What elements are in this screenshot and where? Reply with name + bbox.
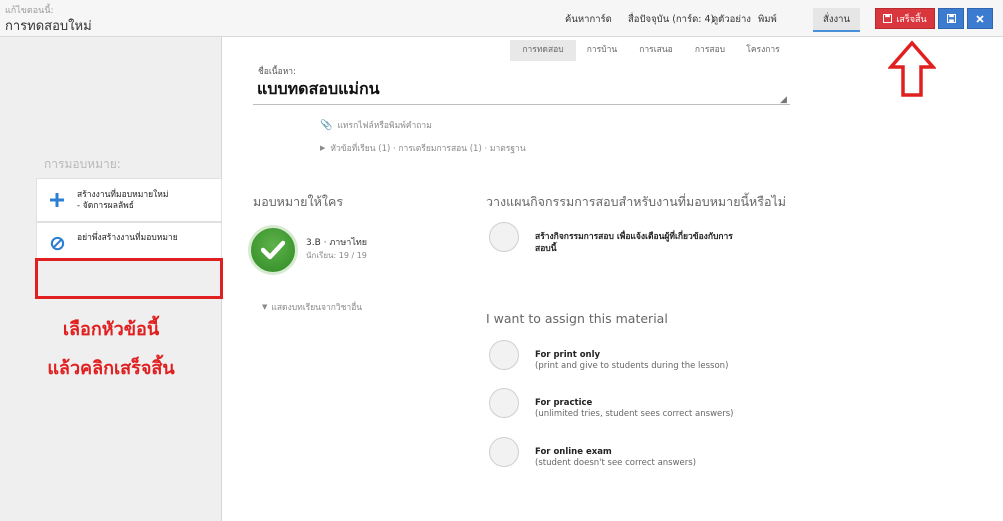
topic-label: หัวข้อที่เรียน (1) · การเตรียมการสอน (1)… [330,144,526,154]
subtab-exam[interactable]: การสอบ [688,40,732,61]
show-other-subjects-link[interactable]: ▼ แสดงบทเรียนจากวิชาอื่น [262,300,362,314]
create-exam-event-radio[interactable] [489,222,519,252]
annotation-instruction-2: แล้วคลิกเสร็จสิ้น [47,358,175,379]
nav-print[interactable]: พิมพ์ [758,8,777,32]
subtab-homework[interactable]: การบ้าน [580,40,624,61]
online-exam-radio[interactable] [489,437,519,467]
resize-handle-icon[interactable]: ◢ [780,96,789,105]
create-assignment-option[interactable]: สร้างงานที่มอบหมายใหม่ - จัดการผลลัพธ์ [36,178,222,222]
subtab-test[interactable]: การทดสอบ [510,40,576,61]
close-button[interactable] [967,8,993,29]
plus-icon [50,193,64,207]
topic-expander[interactable]: ▶ หัวข้อที่เรียน (1) · การเตรียมการสอน (… [320,141,526,155]
prohibited-icon [50,236,65,251]
save-icon [883,14,893,23]
assign-to-heading: มอบหมายให้ใคร [253,194,344,209]
practice-label: For practice [535,398,593,408]
online-exam-description: (student doesn't see correct answers) [535,458,697,468]
dont-create-assignment-option[interactable]: อย่าพึ่งสร้างงานที่มอบหมาย [36,222,222,260]
finish-label: เสร็จสิ้น [896,14,927,25]
print-only-description: (print and give to students during the l… [535,361,729,371]
practice-radio[interactable] [489,388,519,418]
plan-exam-heading: วางแผนกิจกรรมการสอบสำหรับงานที่มอบหมายนี… [486,194,787,209]
assign-material-heading: I want to assign this material [486,311,668,326]
class-name: 3.B · ภาษาไทย [306,238,368,248]
nav-search-cards[interactable]: ค้นหาการ์ด [565,8,612,32]
nav-preview[interactable]: ดูตัวอย่าง [712,8,751,32]
dont-create-assignment-label: อย่าพึ่งสร้างงานที่มอบหมาย [77,233,178,243]
finish-button[interactable]: เสร็จสิ้น [875,8,935,29]
create-assignment-label-2: - จัดการผลลัพธ์ [77,201,134,211]
practice-description: (unlimited tries, student sees correct a… [535,409,734,419]
nav-current-material[interactable]: สื่อปัจจุบัน (การ์ด: 4) [628,8,714,32]
close-icon [976,14,984,23]
caret-down-icon: ▼ [262,303,268,311]
subject-title-input[interactable] [253,75,790,105]
print-only-label: For print only [535,350,601,360]
nav-assign[interactable]: สั่งงาน [813,8,860,32]
annotation-instruction-1: เลือกหัวข้อนี้ [62,319,160,340]
class-select-toggle[interactable] [248,225,298,275]
attach-file-link[interactable]: 📎 แทรกไฟล์หรือพิมพ์คำถาม [320,118,432,132]
save-icon [946,14,956,23]
subtab-presentation[interactable]: การเสนอ [633,40,679,61]
caret-right-icon: ▶ [320,144,326,152]
print-only-radio[interactable] [489,340,519,370]
check-icon [261,240,285,260]
create-exam-event-label: สร้างกิจกรรมการสอบ เพื่อแจ้งเตือนผู้ที่เ… [535,232,733,254]
top-bar: แก้ไขตอนนี้: การทดสอบใหม่ ค้นหาการ์ด สื่… [0,0,1003,37]
paperclip-icon: 📎 [320,119,333,131]
attach-file-label: แทรกไฟล์หรือพิมพ์คำถาม [337,121,432,131]
show-other-label: แสดงบทเรียนจากวิชาอื่น [271,303,363,313]
assignment-heading: การมอบหมาย: [44,157,121,171]
page-title: การทดสอบใหม่ [5,19,92,34]
annotation-highlight-box [35,258,223,299]
class-student-count: นักเรียน: 19 / 19 [306,251,367,260]
online-exam-label: For online exam [535,447,612,457]
arrow-up-icon [888,40,936,97]
create-assignment-label-1: สร้างงานที่มอบหมายใหม่ [77,190,169,200]
save-button[interactable] [938,8,964,29]
subtab-project[interactable]: โครงการ [740,40,786,61]
